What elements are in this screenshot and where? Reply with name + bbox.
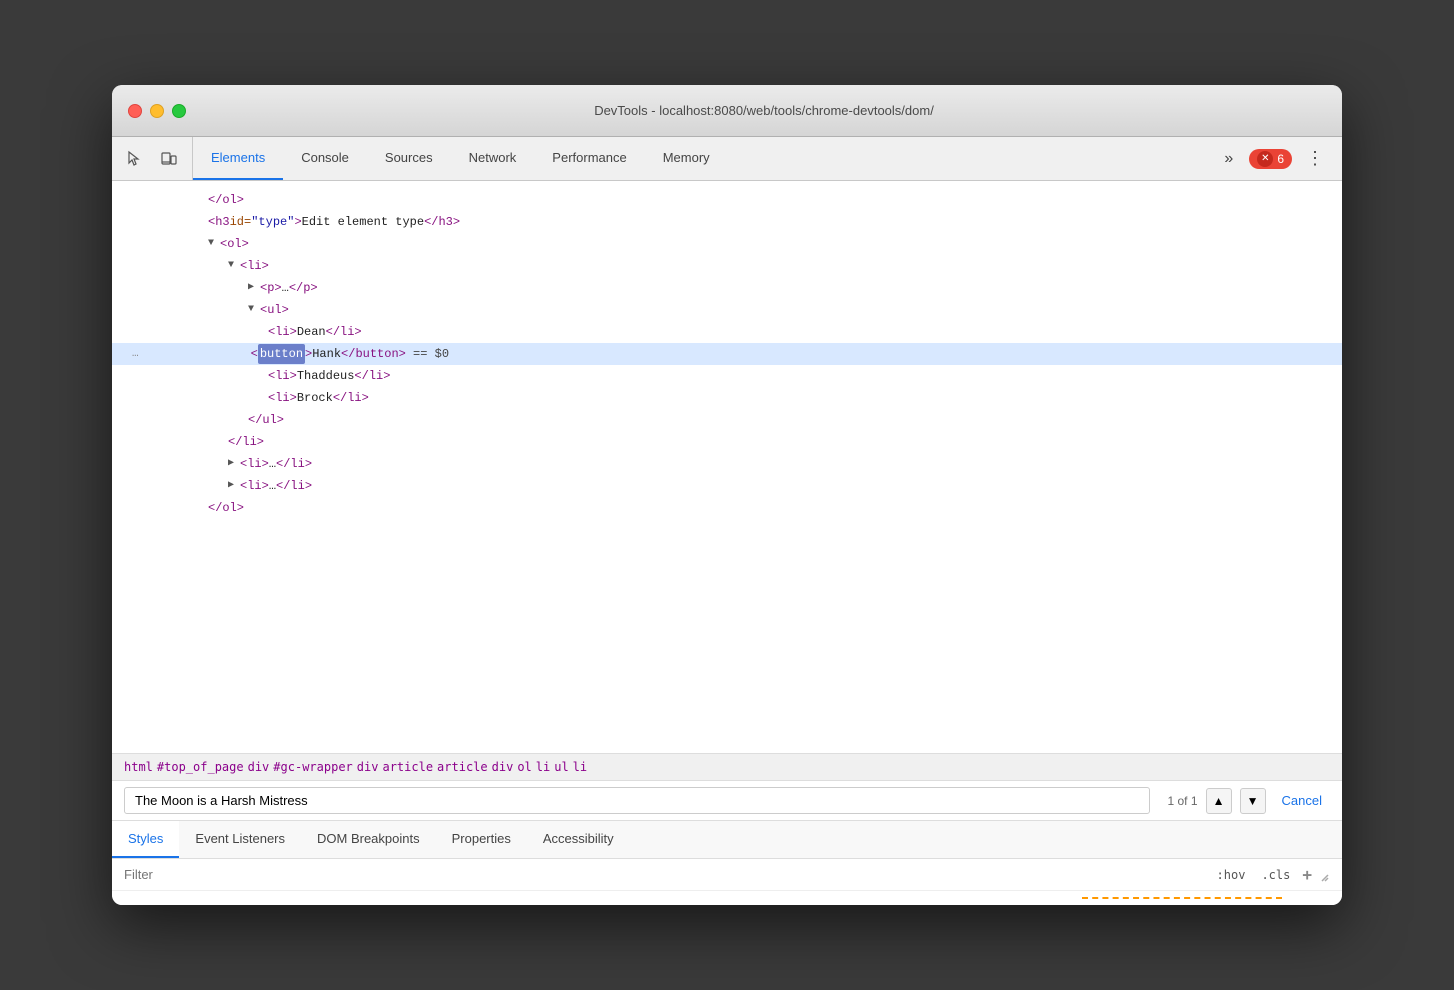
- dom-line: </ol>: [112, 497, 1342, 519]
- dom-line: ▼ <ol>: [112, 233, 1342, 255]
- bottom-tab-list: Styles Event Listeners DOM Breakpoints P…: [112, 821, 1342, 859]
- main-menu-button[interactable]: ⋮: [1300, 144, 1330, 173]
- styles-filter-bar: :hov .cls +: [112, 859, 1342, 891]
- traffic-lights: [128, 104, 186, 118]
- tab-network[interactable]: Network: [451, 137, 535, 180]
- breadcrumb-ol[interactable]: ol: [517, 760, 531, 774]
- dom-line: </ol>: [112, 189, 1342, 211]
- close-button[interactable]: [128, 104, 142, 118]
- error-icon: ✕: [1257, 151, 1273, 167]
- search-input[interactable]: [124, 787, 1150, 814]
- minimize-button[interactable]: [150, 104, 164, 118]
- search-next-button[interactable]: ▼: [1240, 788, 1266, 814]
- add-style-rule-button[interactable]: +: [1302, 865, 1312, 884]
- titlebar: DevTools - localhost:8080/web/tools/chro…: [112, 85, 1342, 137]
- breadcrumb-html[interactable]: html: [124, 760, 153, 774]
- devtools-window: DevTools - localhost:8080/web/tools/chro…: [112, 85, 1342, 905]
- tab-console[interactable]: Console: [283, 137, 367, 180]
- breadcrumb-div-3[interactable]: div: [492, 760, 514, 774]
- search-cancel-button[interactable]: Cancel: [1274, 789, 1330, 812]
- bottom-tab-event-listeners[interactable]: Event Listeners: [179, 821, 301, 858]
- dom-line: ▼ <li>: [112, 255, 1342, 277]
- search-prev-button[interactable]: ▲: [1206, 788, 1232, 814]
- dom-line: <li> Dean </li>: [112, 321, 1342, 343]
- device-icon: [160, 150, 178, 168]
- dom-line: <h3 id="type" > Edit element type </h3>: [112, 211, 1342, 233]
- bottom-tab-properties[interactable]: Properties: [436, 821, 527, 858]
- resize-handle[interactable]: [1320, 870, 1330, 880]
- breadcrumb-article-2[interactable]: article: [437, 760, 488, 774]
- dom-line: </li>: [112, 431, 1342, 453]
- resize-icon: [1320, 873, 1330, 883]
- dom-line: ▶ <li> … </li>: [112, 453, 1342, 475]
- ellipsis-button[interactable]: …: [128, 344, 143, 364]
- breadcrumb-li-1[interactable]: li: [536, 760, 550, 774]
- dom-line-selected[interactable]: … <button> Hank </button> == $0: [112, 343, 1342, 365]
- breadcrumb-gc-wrapper[interactable]: #gc-wrapper: [273, 760, 352, 774]
- styles-filter-input[interactable]: [124, 867, 1205, 882]
- dashed-border-preview: [1082, 897, 1282, 899]
- breadcrumb-bar: html #top_of_page div #gc-wrapper div ar…: [112, 753, 1342, 781]
- error-badge[interactable]: ✕ 6: [1249, 149, 1292, 169]
- breadcrumb-ul[interactable]: ul: [554, 760, 568, 774]
- cls-button[interactable]: .cls: [1257, 866, 1294, 884]
- dom-line: ▶ <p> … </p>: [112, 277, 1342, 299]
- tab-list: Elements Console Sources Network Perform…: [193, 137, 728, 180]
- breadcrumb-top-of-page[interactable]: #top_of_page: [157, 760, 244, 774]
- tab-performance[interactable]: Performance: [534, 137, 644, 180]
- bottom-tab-styles[interactable]: Styles: [112, 821, 179, 858]
- breadcrumb-div-1[interactable]: div: [248, 760, 270, 774]
- bottom-panel: Styles Event Listeners DOM Breakpoints P…: [112, 821, 1342, 905]
- toolbar: Elements Console Sources Network Perform…: [112, 137, 1342, 181]
- hov-button[interactable]: :hov: [1213, 866, 1250, 884]
- toolbar-icons: [112, 137, 193, 180]
- more-tabs-button[interactable]: »: [1216, 146, 1241, 172]
- breadcrumb-article-1[interactable]: article: [382, 760, 433, 774]
- cursor-icon: [126, 150, 144, 168]
- tab-memory[interactable]: Memory: [645, 137, 728, 180]
- maximize-button[interactable]: [172, 104, 186, 118]
- dom-line: <li> Thaddeus </li>: [112, 365, 1342, 387]
- highlighted-element-tag: button: [258, 344, 305, 364]
- filter-actions: :hov .cls +: [1213, 865, 1312, 884]
- window-title: DevTools - localhost:8080/web/tools/chro…: [202, 103, 1326, 118]
- device-mode-button[interactable]: [154, 144, 184, 174]
- breadcrumb-div-2[interactable]: div: [357, 760, 379, 774]
- search-count: 1 of 1: [1158, 794, 1198, 808]
- inspect-element-button[interactable]: [120, 144, 150, 174]
- toolbar-right: » ✕ 6 ⋮: [1204, 137, 1342, 180]
- bottom-tab-dom-breakpoints[interactable]: DOM Breakpoints: [301, 821, 436, 858]
- bottom-tab-accessibility[interactable]: Accessibility: [527, 821, 630, 858]
- dom-line: ▶ <li> … </li>: [112, 475, 1342, 497]
- search-bar: 1 of 1 ▲ ▼ Cancel: [112, 781, 1342, 821]
- dom-tree-panel[interactable]: </ol> <h3 id="type" > Edit element type …: [112, 181, 1342, 753]
- tab-sources[interactable]: Sources: [367, 137, 451, 180]
- dom-line: ▼ <ul>: [112, 299, 1342, 321]
- tab-elements[interactable]: Elements: [193, 137, 283, 180]
- dom-line: </ul>: [112, 409, 1342, 431]
- styles-content-area: [112, 891, 1342, 905]
- dom-line: <li> Brock </li>: [112, 387, 1342, 409]
- breadcrumb-li-2[interactable]: li: [573, 760, 587, 774]
